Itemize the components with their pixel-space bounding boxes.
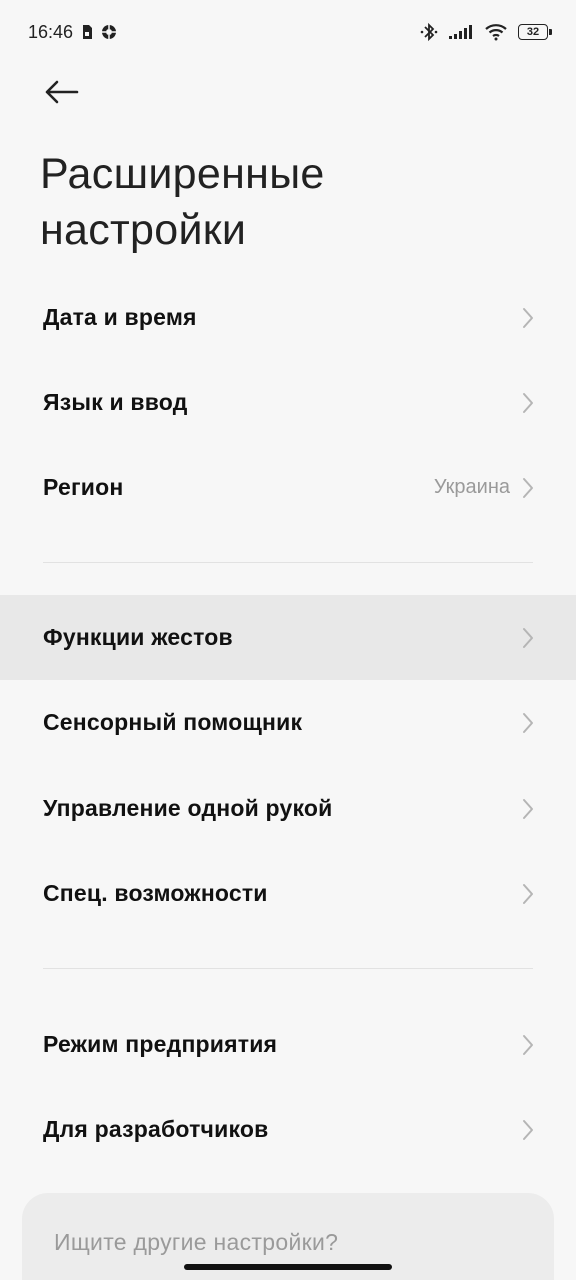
status-left: 16:46: [28, 22, 117, 43]
menu-item-right: [522, 392, 534, 414]
menu-item-right: [522, 712, 534, 734]
chevron-right-icon: [522, 307, 534, 329]
menu-item-developer-options[interactable]: Для разработчиков: [0, 1087, 576, 1172]
menu-item-label: Спец. возможности: [43, 880, 268, 906]
menu-item-label: Управление одной рукой: [43, 795, 333, 821]
status-bar: 16:46 32: [0, 0, 576, 64]
sim-icon: [81, 24, 93, 40]
menu-item-enterprise-mode[interactable]: Режим предприятия: [0, 1002, 576, 1087]
section-divider: [43, 968, 533, 969]
menu-item-label: Для разработчиков: [43, 1116, 269, 1142]
menu-item-touch-assistant[interactable]: Сенсорный помощник: [0, 680, 576, 765]
menu-item-label: Сенсорный помощник: [43, 709, 303, 735]
menu-item-accessibility[interactable]: Спец. возможности: [0, 851, 576, 936]
menu-item-right: [522, 307, 534, 329]
wifi-icon: [484, 23, 508, 41]
chevron-right-icon: [522, 477, 534, 499]
menu-item-label: Режим предприятия: [43, 1031, 278, 1057]
menu-item-right: [522, 1119, 534, 1141]
menu-item-gestures[interactable]: Функции жестов: [0, 595, 576, 680]
menu-item-label: Дата и время: [43, 304, 197, 330]
chevron-right-icon: [522, 627, 534, 649]
menu-item-date-time[interactable]: Дата и время: [0, 275, 576, 360]
section-divider: [43, 562, 533, 563]
menu-item-label: Регион: [43, 474, 124, 500]
chevron-right-icon: [522, 1119, 534, 1141]
status-time: 16:46: [28, 21, 74, 42]
menu-item-language-input[interactable]: Язык и ввод: [0, 360, 576, 445]
menu-item-region[interactable]: Регион Украина: [0, 445, 576, 530]
back-button[interactable]: [36, 72, 88, 116]
chevron-right-icon: [522, 392, 534, 414]
chevron-right-icon: [522, 1034, 534, 1056]
menu-item-right: [522, 1034, 534, 1056]
chevron-right-icon: [522, 883, 534, 905]
page-title: Расширенные настройки: [40, 150, 325, 254]
menu-item-label: Язык и ввод: [43, 389, 188, 415]
arrow-left-icon: [45, 80, 79, 109]
menu-item-right: [522, 883, 534, 905]
menu-item-one-handed-mode[interactable]: Управление одной рукой: [0, 766, 576, 851]
chevron-right-icon: [522, 712, 534, 734]
bluetooth-icon: [420, 22, 438, 42]
menu-item-label: Функции жестов: [43, 624, 233, 650]
menu-item-right: [522, 627, 534, 649]
battery-indicator: 32: [518, 24, 552, 40]
menu-item-right: [522, 798, 534, 820]
chevron-right-icon: [522, 798, 534, 820]
vpn-icon: [101, 24, 117, 40]
menu-item-right: Украина: [434, 476, 534, 499]
search-card-text: Ищите другие настройки?: [54, 1229, 339, 1255]
home-indicator[interactable]: [184, 1264, 392, 1270]
menu-item-value: Украина: [433, 476, 510, 498]
status-right: 32: [420, 22, 552, 42]
signal-icon: [448, 24, 474, 40]
